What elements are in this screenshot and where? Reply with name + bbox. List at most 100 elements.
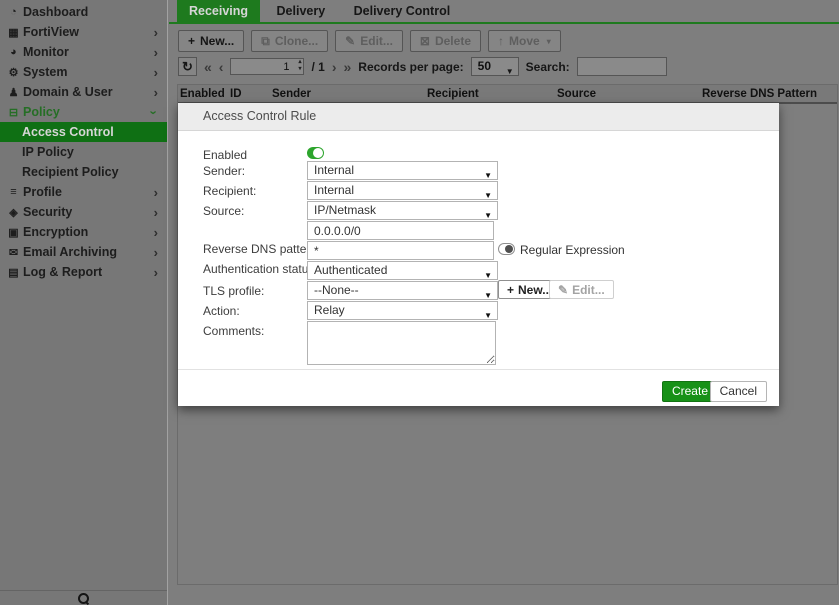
source-label: Source: [203, 203, 244, 220]
edit-button[interactable]: ✎ Edit... [335, 30, 403, 52]
comments-textarea[interactable] [307, 321, 496, 365]
regex-toggle[interactable] [498, 243, 515, 255]
column-recipient[interactable]: Recipient [425, 88, 555, 100]
chevron-right-icon: › [154, 185, 158, 200]
chevron-right-icon: › [154, 225, 158, 240]
auth-status-select[interactable]: Authenticated ▼ [307, 261, 498, 280]
search-input[interactable] [577, 57, 667, 76]
reverse-dns-label: Reverse DNS pattern: [203, 241, 320, 258]
spinner-arrows-icon[interactable]: ▴▾ [298, 59, 301, 73]
new-button[interactable]: + New... [178, 30, 244, 52]
tab-receiving[interactable]: Receiving [177, 0, 260, 22]
chevron-right-icon: › [154, 45, 158, 60]
enabled-label: Enabled [203, 147, 247, 164]
chevron-right-icon: › [154, 245, 158, 260]
cancel-button[interactable]: Cancel [710, 381, 767, 402]
tab-delivery[interactable]: Delivery [265, 0, 338, 22]
sidebar-item-security[interactable]: ◈ Security › [0, 202, 167, 222]
column-enabled[interactable]: Enabled [178, 88, 228, 100]
mail-archive-icon: ✉ [6, 246, 21, 259]
sidebar-item-monitor[interactable]: ◕ Monitor › [0, 42, 167, 62]
clone-icon: ⧉ [261, 34, 270, 49]
lock-icon: ▣ [6, 226, 21, 239]
sidebar-item-domain-user[interactable]: ♟ Domain & User › [0, 82, 167, 102]
trash-icon: ⊠ [420, 34, 430, 48]
sidebar-item-policy[interactable]: ⊟ Policy › [0, 102, 167, 122]
refresh-button[interactable]: ↻ [178, 57, 197, 76]
records-per-page-label: Records per page: [358, 60, 463, 74]
caret-down-icon: ▾ [547, 37, 551, 46]
dialog-title: Access Control Rule [178, 103, 779, 131]
first-page-icon[interactable]: « [204, 59, 212, 75]
chevron-down-icon: › [146, 110, 161, 114]
edit-icon: ✎ [558, 283, 568, 297]
user-icon: ♟ [6, 86, 21, 99]
search-icon[interactable] [78, 593, 89, 604]
edit-icon: ✎ [345, 34, 355, 48]
tls-profile-label: TLS profile: [203, 283, 264, 300]
sidebar-item-email-archiving[interactable]: ✉ Email Archiving › [0, 242, 167, 262]
last-page-icon[interactable]: » [343, 59, 351, 75]
pagination-bar: ↻ « ‹ ▴▾ / 1 › » Records per page: 50 ▼ … [178, 57, 667, 76]
sidebar-item-dashboard[interactable]: ◔ Dashboard [0, 2, 167, 22]
sidebar: ◔ Dashboard ▦ FortiView › ◕ Monitor › ⚙ … [0, 0, 168, 605]
tls-edit-button[interactable]: ✎ Edit... [549, 280, 614, 299]
column-source[interactable]: Source [555, 88, 700, 100]
gauge-icon: ◔ [6, 6, 21, 18]
clone-button[interactable]: ⧉ Clone... [251, 30, 328, 52]
sidebar-item-encryption[interactable]: ▣ Encryption › [0, 222, 167, 242]
column-sender[interactable]: Sender [270, 88, 425, 100]
list-icon: ≡ [6, 186, 21, 198]
recipient-select[interactable]: Internal ▼ [307, 181, 498, 200]
source-ip-input[interactable] [307, 221, 494, 240]
table-header-row: Enabled ID Sender Recipient Source Rever… [178, 85, 837, 104]
sidebar-footer [0, 590, 167, 605]
search-label: Search: [526, 60, 570, 74]
auth-status-label: Authentication status: [203, 261, 318, 278]
sender-label: Sender: [203, 163, 245, 180]
chevron-right-icon: › [154, 205, 158, 220]
chevron-right-icon: › [154, 25, 158, 40]
delete-button[interactable]: ⊠ Delete [410, 30, 481, 52]
tab-bar: Receiving Delivery Delivery Control [169, 0, 839, 24]
action-label: Action: [203, 303, 240, 320]
column-reverse-dns-pattern[interactable]: Reverse DNS Pattern [700, 88, 837, 100]
sidebar-item-system[interactable]: ⚙ System › [0, 62, 167, 82]
chevron-right-icon: › [154, 65, 158, 80]
sender-select[interactable]: Internal ▼ [307, 161, 498, 180]
reverse-dns-input[interactable] [307, 241, 494, 260]
sidebar-item-ip-policy[interactable]: IP Policy [0, 142, 167, 162]
sidebar-item-fortiview[interactable]: ▦ FortiView › [0, 22, 167, 42]
sidebar-item-recipient-policy[interactable]: Recipient Policy [0, 162, 167, 182]
column-id[interactable]: ID [228, 88, 270, 100]
enabled-toggle[interactable] [307, 147, 324, 159]
move-up-icon: ↑ [498, 34, 504, 48]
move-button[interactable]: ↑ Move ▾ [488, 30, 561, 52]
records-per-page-select[interactable]: 50 ▼ [471, 57, 519, 76]
access-control-rule-dialog: Access Control Rule Enabled Sender: Inte… [178, 103, 779, 406]
sidebar-item-log-report[interactable]: ▤ Log & Report › [0, 262, 167, 282]
source-type-select[interactable]: IP/Netmask ▼ [307, 201, 498, 220]
recipient-label: Recipient: [203, 183, 256, 200]
plus-icon: + [188, 34, 195, 48]
page-count: / 1 [311, 60, 324, 74]
log-icon: ▤ [6, 266, 21, 279]
dialog-divider [178, 369, 779, 370]
sidebar-item-access-control[interactable]: Access Control [0, 122, 167, 142]
chevron-right-icon: › [154, 85, 158, 100]
sidebar-item-profile[interactable]: ≡ Profile › [0, 182, 167, 202]
chevron-right-icon: › [154, 265, 158, 280]
action-select[interactable]: Relay ▼ [307, 301, 498, 320]
tls-profile-select[interactable]: --None-- ▼ [307, 281, 498, 300]
prev-page-icon[interactable]: ‹ [219, 59, 224, 75]
next-page-icon[interactable]: › [332, 59, 337, 75]
toolbar: + New... ⧉ Clone... ✎ Edit... ⊠ Delete ↑… [178, 30, 561, 52]
tab-delivery-control[interactable]: Delivery Control [342, 0, 463, 22]
chart-icon: ▦ [6, 26, 21, 39]
caret-down-icon: ▼ [506, 63, 514, 80]
gear-icon: ⚙ [6, 66, 21, 79]
regex-label: Regular Expression [520, 243, 625, 257]
page-number-input[interactable] [230, 58, 304, 75]
policy-icon: ⊟ [6, 106, 21, 119]
plus-icon: + [507, 283, 514, 297]
